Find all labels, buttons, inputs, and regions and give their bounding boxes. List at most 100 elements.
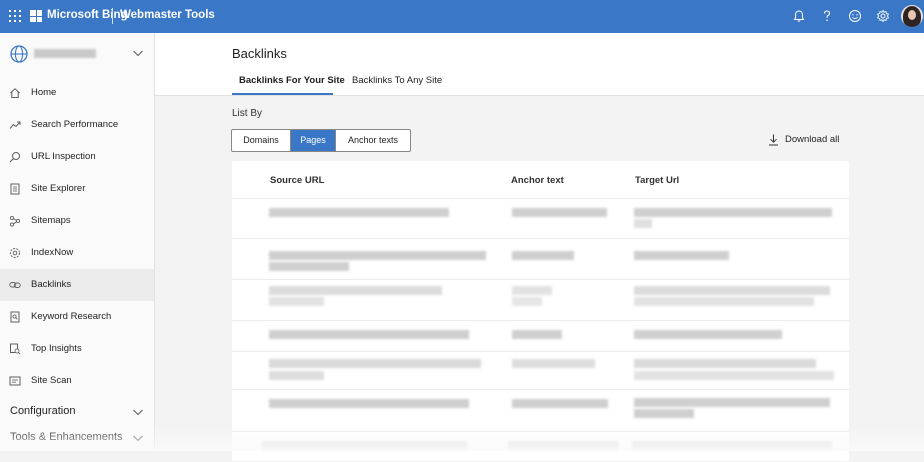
avatar[interactable] (901, 5, 923, 27)
brand-divider (112, 8, 113, 24)
search-icon (9, 152, 20, 163)
table-row[interactable] (232, 351, 849, 390)
indexnow-gear-icon (10, 248, 20, 258)
scan-icon (9, 376, 21, 386)
sidebar-group-tools-enhancements[interactable]: Tools & Enhancements (0, 425, 154, 451)
redacted-cell (512, 208, 607, 217)
redacted-cell (512, 297, 542, 306)
list-by-segmented-control: Domains Pages Anchor texts (231, 129, 411, 152)
globe-icon (10, 45, 28, 63)
redacted-cell (269, 251, 486, 260)
redacted-cell (634, 409, 694, 418)
sidebar-item-label: Sitemaps (31, 215, 71, 226)
table-row[interactable] (232, 198, 849, 239)
brand-name[interactable]: Microsoft Bing (47, 9, 128, 21)
page-header: Backlinks Backlinks For Your Site Backli… (155, 33, 924, 96)
chevron-down-icon[interactable] (132, 433, 144, 443)
insights-icon (10, 343, 21, 355)
table-row[interactable] (232, 320, 849, 352)
redacted-cell (634, 297, 814, 306)
redacted-cell (269, 371, 324, 380)
sitemap-icon (9, 215, 21, 227)
redacted-cell (269, 208, 449, 217)
product-name[interactable]: Webmaster Tools (120, 9, 215, 21)
backlinks-table: Source URL Anchor text Target Url (232, 161, 849, 461)
active-tab-indicator (232, 93, 333, 95)
sidebar-item-sitemaps[interactable]: Sitemaps (0, 205, 154, 237)
sidebar: Home Search Performance URL Inspection S… (0, 33, 155, 451)
redacted-cell (512, 359, 595, 368)
group-label: Configuration (10, 405, 76, 417)
sidebar-group-configuration[interactable]: Configuration (0, 399, 154, 425)
sidebar-item-backlinks[interactable]: Backlinks (0, 269, 154, 301)
sidebar-item-search-performance[interactable]: Search Performance (0, 109, 154, 141)
sidebar-item-label: URL Inspection (31, 151, 96, 162)
redacted-cell (634, 371, 834, 380)
redacted-cell (269, 297, 324, 306)
redacted-cell (512, 286, 552, 295)
list-by-pages-button[interactable]: Pages (291, 130, 336, 151)
table-row[interactable] (232, 279, 849, 321)
redacted-cell (508, 441, 618, 450)
sidebar-item-keyword-research[interactable]: Keyword Research (0, 301, 154, 333)
column-header-target-url[interactable]: Target Url (635, 175, 679, 186)
sidebar-item-label: Site Scan (31, 375, 72, 386)
redacted-cell (269, 359, 481, 368)
sidebar-item-site-explorer[interactable]: Site Explorer (0, 173, 154, 205)
sidebar-item-label: Search Performance (31, 119, 119, 130)
group-label: Tools & Enhancements (10, 431, 123, 443)
settings-gear-icon[interactable] (876, 9, 890, 23)
column-header-source-url[interactable]: Source URL (270, 175, 324, 186)
table-row[interactable] (232, 238, 849, 280)
sidebar-item-home[interactable]: Home (0, 77, 154, 109)
sidebar-item-label: Backlinks (31, 279, 72, 290)
download-icon (769, 134, 778, 146)
tab-backlinks-for-your-site[interactable]: Backlinks For Your Site (239, 75, 345, 86)
column-header-anchor-text[interactable]: Anchor text (511, 175, 564, 186)
feedback-smiley-icon[interactable] (848, 9, 862, 23)
redacted-cell (269, 330, 469, 339)
document-icon (10, 183, 20, 195)
redacted-cell (634, 286, 830, 295)
sidebar-item-url-inspection[interactable]: URL Inspection (0, 141, 154, 173)
sidebar-item-site-scan[interactable]: Site Scan (0, 365, 154, 397)
sidebar-item-label: Site Explorer (31, 183, 86, 194)
site-selector[interactable] (0, 33, 154, 75)
table-row[interactable] (232, 389, 849, 432)
redacted-cell (269, 286, 442, 295)
trend-icon (9, 121, 21, 129)
redacted-cell (634, 208, 832, 217)
site-name-redacted (34, 49, 96, 58)
list-by-domains-button[interactable]: Domains (232, 130, 291, 151)
redacted-cell (512, 399, 608, 408)
redacted-cell (512, 251, 574, 260)
sidebar-item-indexnow[interactable]: IndexNow (0, 237, 154, 269)
redacted-cell (634, 219, 652, 228)
sidebar-item-top-insights[interactable]: Top Insights (0, 333, 154, 365)
redacted-cell (262, 441, 467, 450)
redacted-cell (512, 330, 562, 339)
help-icon[interactable] (820, 9, 834, 23)
chevron-down-icon[interactable] (132, 48, 144, 58)
redacted-cell (632, 441, 832, 450)
sidebar-item-label: Home (31, 87, 57, 98)
list-by-anchor-texts-button[interactable]: Anchor texts (336, 130, 410, 151)
list-by-label: List By (232, 108, 263, 119)
link-icon (9, 282, 21, 288)
bell-icon[interactable] (792, 9, 806, 23)
redacted-cell (269, 262, 349, 271)
redacted-cell (634, 251, 729, 260)
page-title: Backlinks (232, 46, 287, 61)
table-row[interactable] (232, 431, 849, 462)
redacted-cell (634, 359, 816, 368)
chevron-down-icon[interactable] (132, 407, 144, 417)
redacted-cell (269, 399, 469, 408)
app-launcher-icon[interactable] (9, 10, 21, 22)
redacted-cell (634, 398, 830, 407)
keyword-doc-icon (10, 311, 20, 323)
tab-backlinks-to-any-site[interactable]: Backlinks To Any Site (352, 75, 442, 86)
home-icon (10, 88, 20, 98)
redacted-cell (634, 330, 782, 339)
sidebar-item-label: IndexNow (31, 247, 74, 258)
sidebar-item-label: Keyword Research (31, 311, 112, 322)
